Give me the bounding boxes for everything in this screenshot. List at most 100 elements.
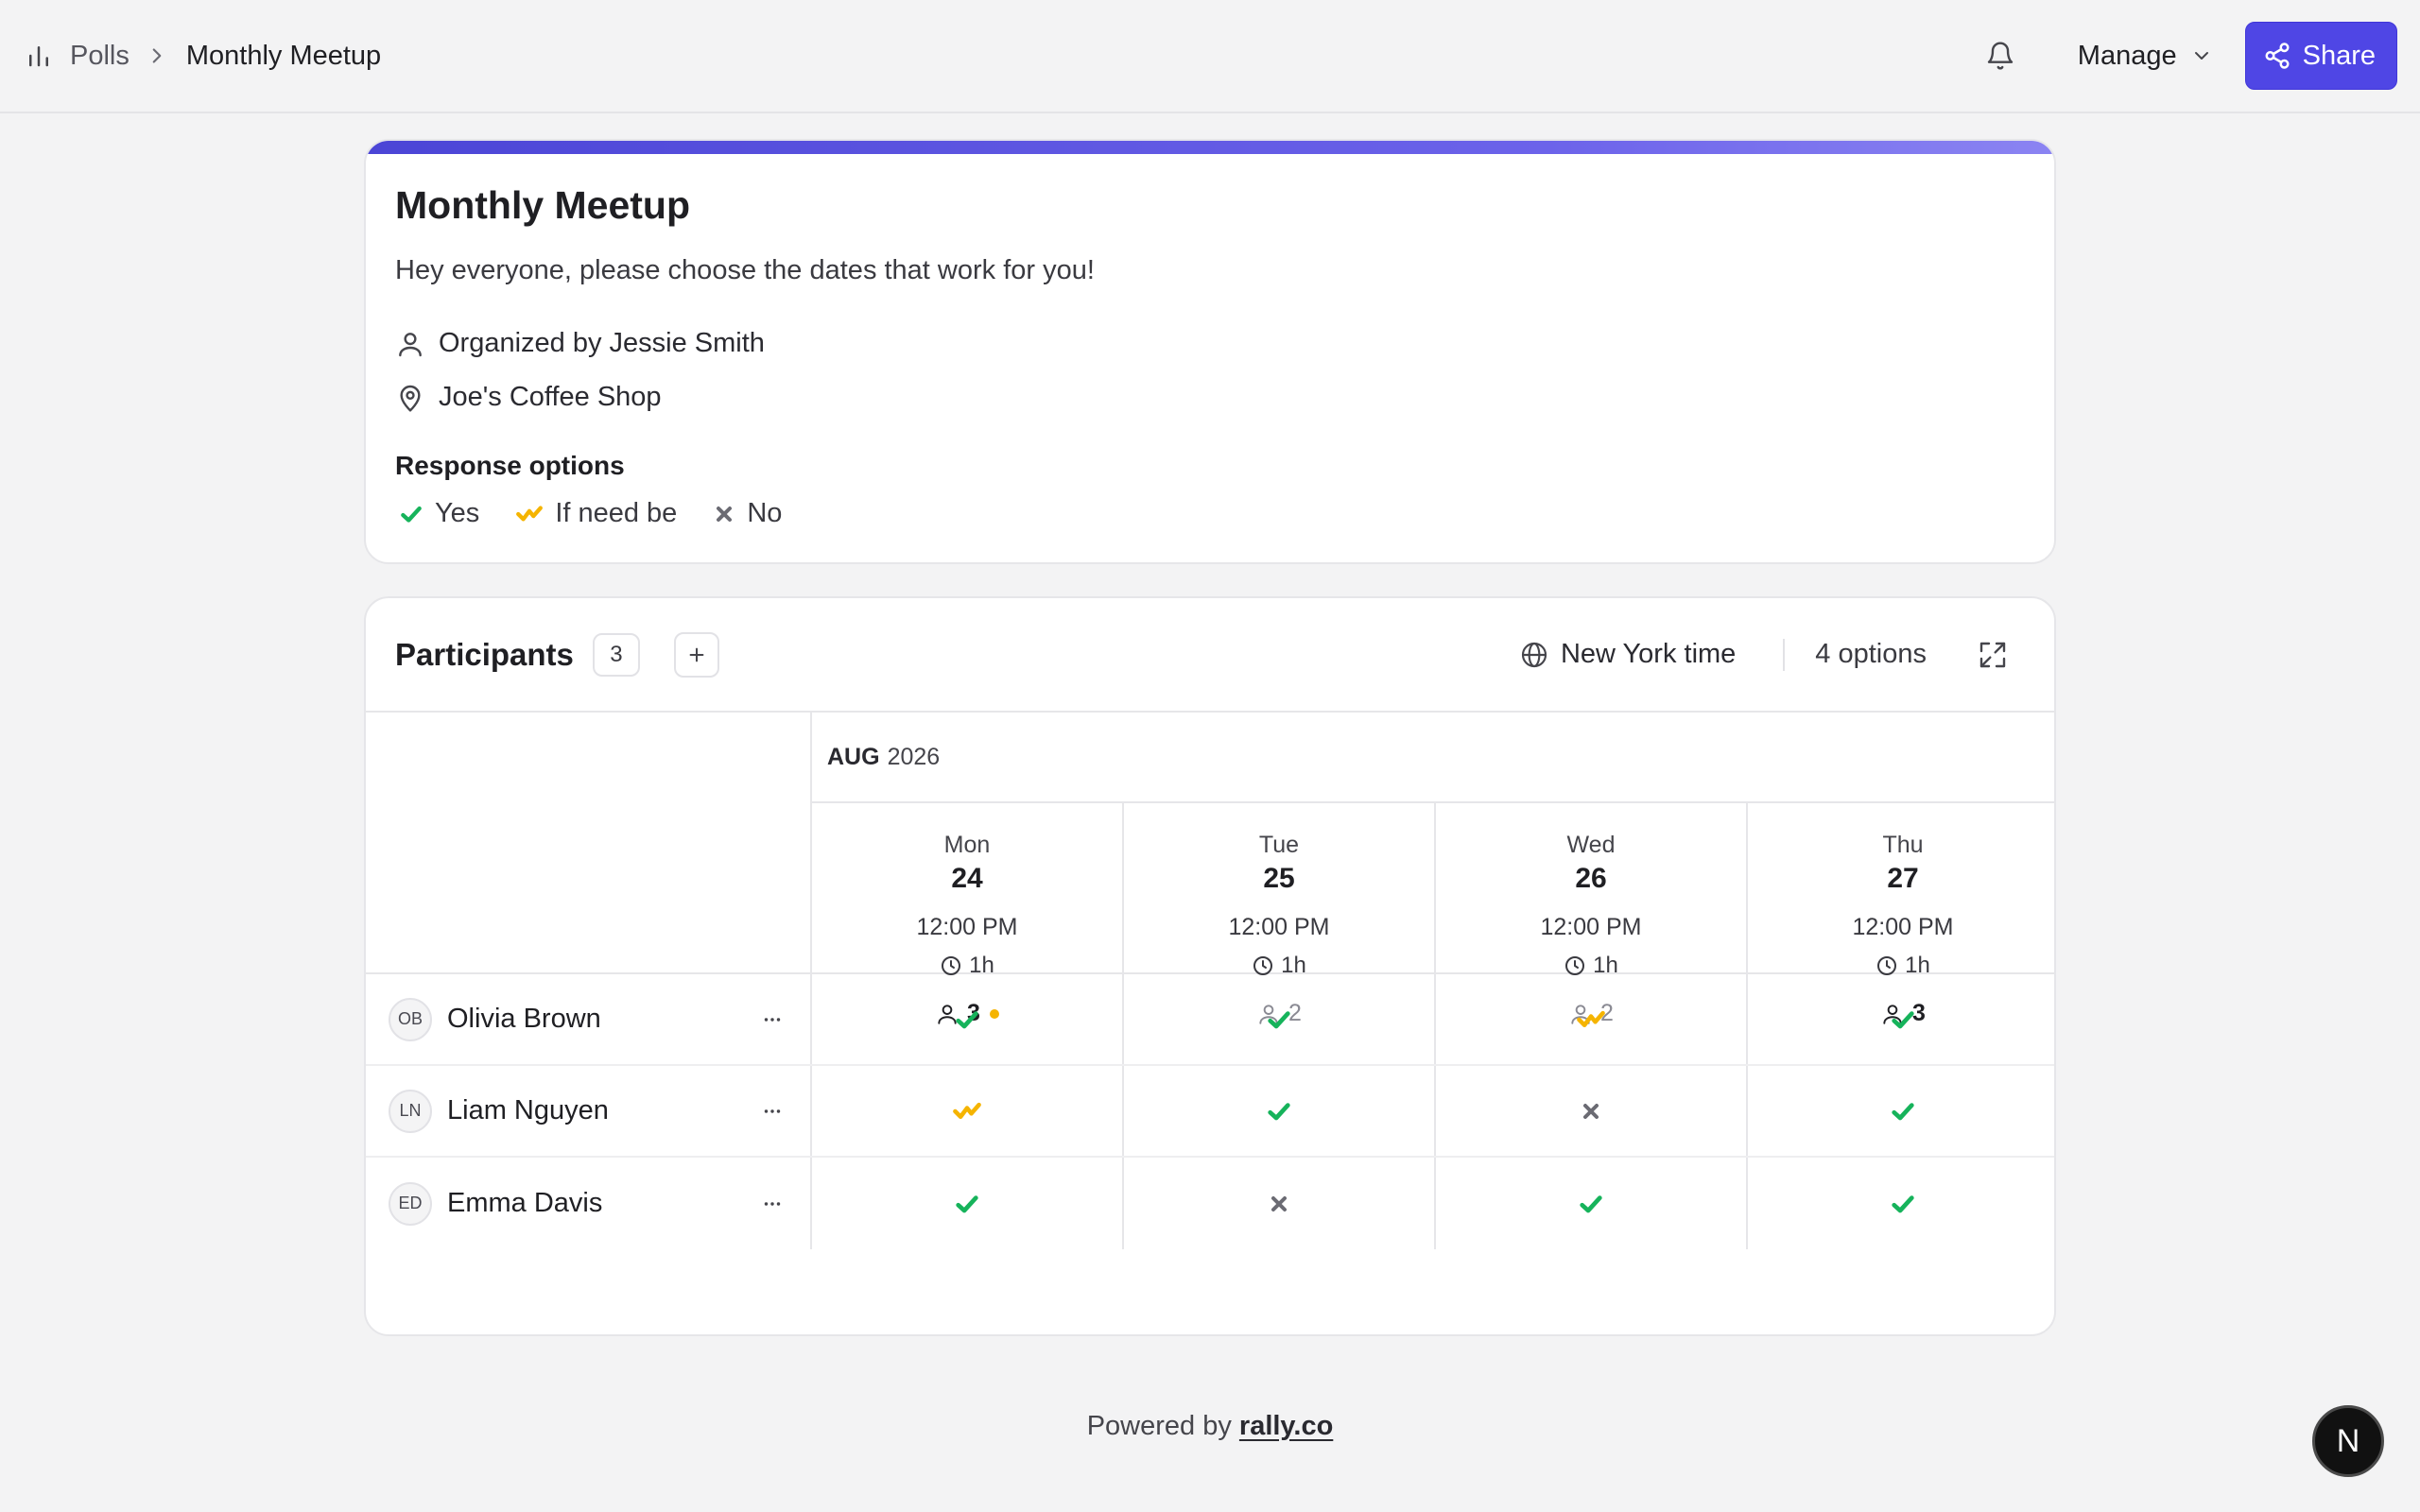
breadcrumb-polls-link[interactable]: Polls (70, 41, 130, 72)
vote-cell-yes (1746, 1066, 2054, 1156)
participant-name: Liam Nguyen (447, 1095, 609, 1125)
year-label: 2026 (887, 743, 941, 770)
organizer-text: Organized by Jessie Smith (439, 328, 765, 358)
day-number: 26 (1575, 863, 1607, 894)
response-ifneedbe-label: If need be (555, 498, 678, 528)
add-participant-button[interactable] (673, 631, 719, 678)
more-horizontal-icon (764, 1017, 781, 1022)
poll-info-card: Monthly Meetup Hey everyone, please choo… (364, 139, 2056, 564)
expand-button[interactable] (1972, 634, 2014, 676)
participant-count-badge: 3 (592, 632, 640, 677)
vote-cell-yes (810, 1158, 1122, 1249)
option-time: 12:00 PM (1852, 914, 1954, 940)
response-option-yes: Yes (399, 498, 479, 529)
manage-label: Manage (2077, 40, 2177, 71)
poll-title: Monthly Meetup (395, 183, 691, 227)
check-icon (1892, 1010, 1914, 1028)
date-column-header: Wed 26 12:00 PM 1h 2 (1434, 803, 1746, 1026)
participant-name: Emma Davis (447, 1188, 603, 1218)
avatar: LN (389, 1089, 432, 1133)
share-icon (2265, 43, 2290, 69)
share-button[interactable]: Share (2244, 22, 2397, 90)
options-count: 4 options (1815, 639, 1927, 669)
globe-icon (1521, 642, 1547, 667)
response-options-title: Response options (395, 451, 625, 480)
timezone-label: New York time (1560, 639, 1737, 669)
date-column-header: Tue 25 12:00 PM 1h 2 (1122, 803, 1434, 1026)
rally-link[interactable]: rally.co (1239, 1411, 1333, 1441)
vote-cell-yes (1746, 974, 2054, 1064)
day-of-week: Thu (1882, 832, 1924, 858)
check-icon (1268, 1102, 1290, 1120)
day-of-week: Mon (943, 832, 991, 858)
check-icon (956, 1194, 978, 1212)
option-time: 12:00 PM (1228, 914, 1330, 940)
check-icon (956, 1010, 978, 1028)
vote-cell-ifneed (810, 1066, 1122, 1156)
grid-corner (366, 713, 810, 974)
top-bar: Polls Monthly Meetup Manage Share (0, 0, 2420, 113)
day-number: 24 (951, 863, 983, 894)
plus-icon (689, 647, 704, 662)
footer-prefix: Powered by (1086, 1411, 1232, 1441)
breadcrumb-current: Monthly Meetup (185, 40, 382, 71)
x-icon (1583, 1103, 1599, 1119)
manage-dropdown[interactable]: Manage (2059, 23, 2232, 89)
next-dev-button[interactable]: N (2312, 1405, 2384, 1477)
chevron-down-icon (2194, 52, 2208, 60)
avatar: ED (389, 1181, 432, 1226)
organizer-row: Organized by Jessie Smith (395, 328, 2025, 359)
participant-name: Olivia Brown (447, 1004, 601, 1034)
day-of-week: Wed (1566, 832, 1616, 858)
participant-menu-button[interactable] (753, 1092, 791, 1130)
response-yes-label: Yes (435, 498, 480, 528)
location-text: Joe's Coffee Shop (439, 382, 662, 412)
top-actions: Manage Share (1970, 22, 2397, 90)
vote-cell-yes (1434, 1158, 1746, 1249)
date-column-header: Thu 27 12:00 PM 1h 3 (1746, 803, 2054, 1026)
bar-chart-icon (29, 46, 48, 67)
x-icon (1271, 1195, 1287, 1211)
vote-cell-yes (1746, 1158, 2054, 1249)
timezone-selector[interactable]: New York time (1519, 639, 1736, 670)
avatar: OB (389, 997, 432, 1041)
notifications-button[interactable] (1970, 26, 2031, 86)
bell-icon (1987, 42, 2013, 70)
check-icon (1892, 1102, 1914, 1120)
participant-name-cell: OB Olivia Brown (366, 974, 810, 1064)
participant-row: LN Liam Nguyen (366, 1066, 2054, 1158)
footer: Powered by rally.co (0, 1411, 2420, 1442)
breadcrumb: Polls Monthly Meetup (25, 41, 381, 72)
day-number: 25 (1263, 863, 1295, 894)
participant-row: OB Olivia Brown (366, 974, 2054, 1066)
x-icon (717, 506, 733, 522)
if-need-be-icon (1577, 1010, 1605, 1027)
vote-cell-ifneed (1434, 974, 1746, 1064)
participant-row: ED Emma Davis (366, 1158, 2054, 1249)
if-need-be-icon (516, 505, 544, 521)
divider (1783, 638, 1786, 671)
option-time: 12:00 PM (916, 914, 1018, 940)
participant-name-cell: LN Liam Nguyen (366, 1066, 810, 1156)
vote-cell-yes (810, 974, 1122, 1064)
chevron-right-icon (152, 48, 162, 63)
map-pin-icon (400, 385, 421, 412)
month-header: AUG 2026 (810, 713, 2054, 803)
accent-bar (366, 141, 2054, 154)
vote-cell-yes (1122, 974, 1434, 1064)
check-icon (1268, 1010, 1290, 1028)
participants-header: Participants 3 New York time 4 options (366, 598, 2054, 713)
option-time: 12:00 PM (1540, 914, 1642, 940)
participant-menu-button[interactable] (753, 1185, 791, 1223)
check-icon (1892, 1194, 1914, 1212)
participants-title: Participants (395, 636, 574, 672)
date-column-header: Mon 24 12:00 PM 1h 3 (810, 803, 1122, 1026)
participant-name-cell: ED Emma Davis (366, 1158, 810, 1249)
day-number: 27 (1887, 863, 1919, 894)
participant-menu-button[interactable] (753, 1001, 791, 1039)
location-row: Joe's Coffee Shop (395, 382, 2025, 413)
check-icon (401, 506, 422, 523)
response-option-ifneedbe: If need be (515, 498, 677, 529)
participants-card: Participants 3 New York time 4 options A… (364, 596, 2056, 1336)
poll-description: Hey everyone, please choose the dates th… (395, 255, 1095, 285)
